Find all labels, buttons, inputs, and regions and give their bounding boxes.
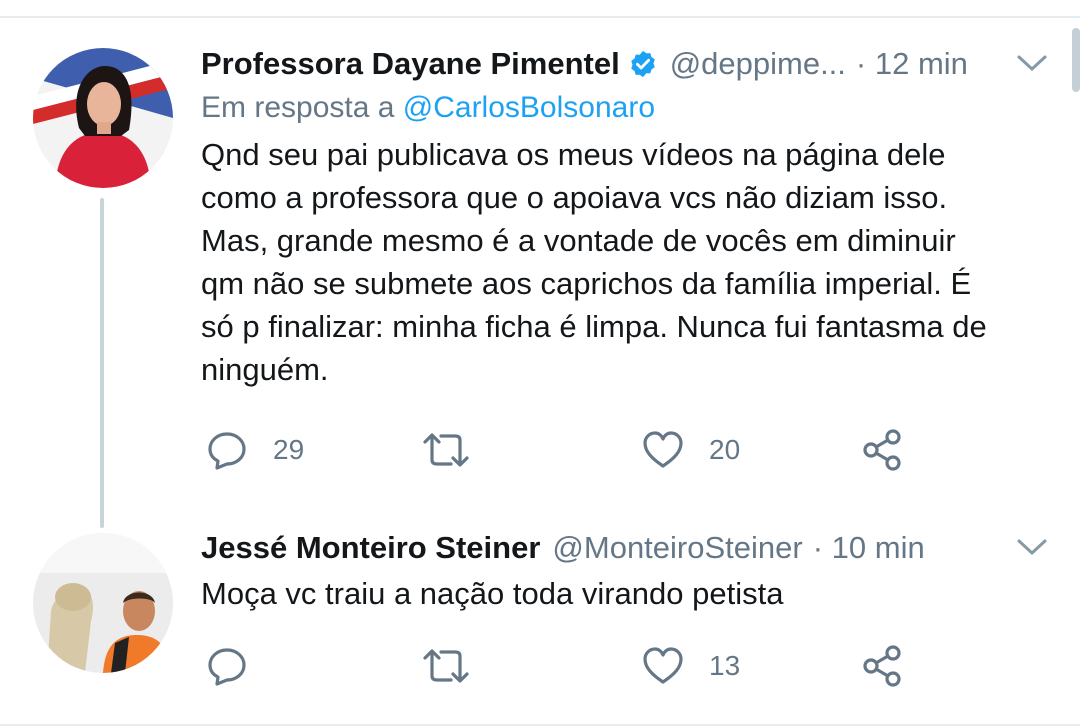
speech-bubble-icon (208, 648, 246, 686)
tweet-text: Qnd seu pai publicava os meus vídeos na … (201, 137, 987, 387)
reply-context: Em resposta a @CarlosBolsonaro (201, 88, 1051, 128)
chevron-down-icon[interactable] (1015, 52, 1049, 74)
reply-prefix: Em resposta a (201, 91, 395, 124)
avatar[interactable] (33, 48, 173, 188)
retweet-button[interactable] (421, 428, 495, 472)
verified-badge-icon (628, 49, 658, 79)
top-divider (0, 16, 1080, 18)
share-nodes-icon (863, 429, 901, 471)
scrollbar-thumb[interactable] (1072, 28, 1080, 92)
heart-outline-icon (643, 647, 683, 684)
tweet[interactable]: Jessé Monteiro Steiner @MonteiroSteiner … (201, 528, 1051, 687)
like-count: 13 (709, 650, 741, 681)
thread-connector-line (100, 198, 104, 528)
avatar-photo (33, 48, 173, 188)
speech-bubble-icon (208, 432, 246, 470)
retweet-arrows-icon (423, 649, 469, 683)
avatar-photo (33, 533, 173, 673)
tweet-timestamp[interactable]: · 10 min (813, 530, 925, 566)
retweet-button[interactable] (421, 644, 495, 688)
tweet-actions: 13 (201, 644, 921, 688)
reply-count: 29 (273, 434, 305, 465)
author-handle[interactable]: @deppime... (670, 46, 846, 82)
retweet-arrows-icon (423, 433, 469, 467)
author-handle[interactable]: @MonteiroSteiner (552, 530, 802, 566)
tweet-text: Moça vc traiu a nação toda virando petis… (201, 576, 784, 611)
share-nodes-icon (863, 645, 901, 687)
reply-button[interactable] (205, 644, 273, 688)
tweet-header: Professora Dayane Pimentel @deppime... ·… (201, 44, 1051, 84)
reply-button[interactable]: 29 (205, 428, 304, 472)
reply-mention-link[interactable]: @CarlosBolsonaro (403, 91, 655, 124)
heart-outline-icon (643, 431, 683, 468)
tweet[interactable]: Professora Dayane Pimentel @deppime... ·… (201, 44, 1051, 471)
chevron-down-icon[interactable] (1015, 536, 1049, 558)
share-button[interactable] (861, 428, 905, 472)
like-button[interactable]: 20 (641, 428, 740, 472)
author-name[interactable]: Professora Dayane Pimentel (201, 46, 620, 82)
tweet-actions: 29 20 (201, 428, 921, 472)
tweet-header: Jessé Monteiro Steiner @MonteiroSteiner … (201, 528, 1051, 568)
like-button[interactable]: 13 (641, 644, 740, 688)
avatar[interactable] (33, 533, 173, 673)
author-name[interactable]: Jessé Monteiro Steiner (201, 530, 540, 566)
share-button[interactable] (861, 644, 905, 688)
tweet-timestamp[interactable]: · 12 min (856, 46, 968, 82)
like-count: 20 (709, 434, 741, 465)
